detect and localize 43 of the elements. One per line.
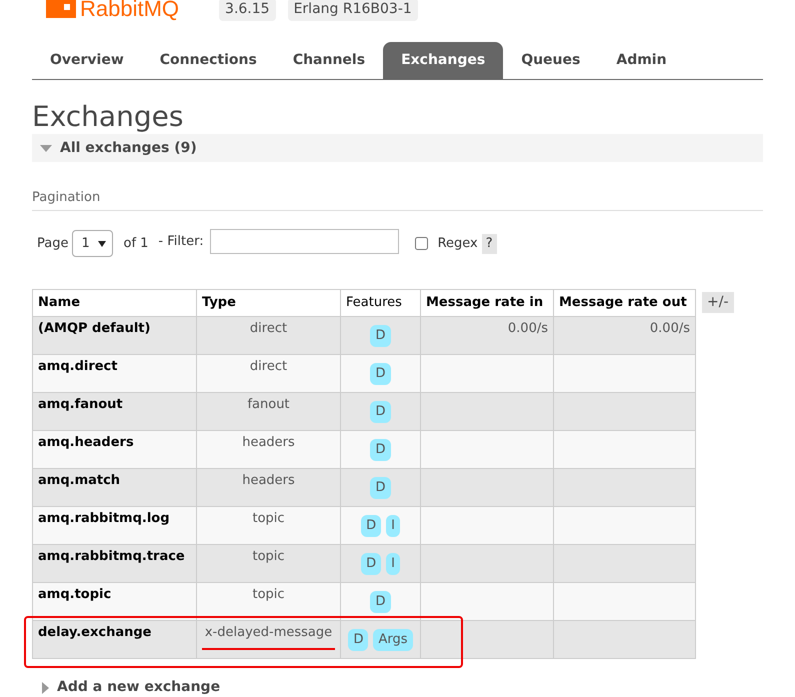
- section-header[interactable]: All exchanges (9): [32, 134, 763, 162]
- feature-badge: D: [370, 476, 390, 498]
- section-title: All exchanges (9): [60, 138, 197, 158]
- regex-checkbox[interactable]: [414, 237, 428, 250]
- help-button[interactable]: ?: [482, 234, 497, 254]
- feature-badge: Args: [373, 628, 413, 650]
- page-count: of 1: [123, 234, 148, 253]
- nav-tab[interactable]: Channels: [274, 42, 384, 79]
- column-toggle-button[interactable]: +/-: [702, 292, 734, 313]
- feature-badge: D: [348, 628, 368, 650]
- pagination-heading: Pagination: [32, 190, 100, 205]
- feature-badge: D: [370, 362, 390, 384]
- nav-tab[interactable]: Exchanges: [383, 42, 504, 79]
- page-select[interactable]: 1: [72, 230, 114, 257]
- feature-badge: D: [370, 590, 390, 612]
- section-title[interactable]: Add a new exchange: [57, 677, 220, 697]
- nav-tab[interactable]: Connections: [142, 42, 275, 79]
- column-header: Message rate out: [554, 290, 696, 316]
- feature-badge: D: [370, 400, 390, 422]
- feature-badge: D: [370, 324, 390, 346]
- feature-badge: I: [386, 514, 400, 536]
- filter-field[interactable]: [210, 229, 399, 254]
- feature-badge: I: [386, 552, 400, 574]
- dropdown-caret-icon: [98, 240, 106, 246]
- version-label: 3.6.15: [219, 0, 276, 20]
- regex-label: Regex: [438, 234, 478, 253]
- nav-tab[interactable]: Queues: [503, 42, 598, 79]
- feature-badge: D: [361, 514, 382, 536]
- column-header: Type: [196, 290, 340, 316]
- nav-tab[interactable]: Admin: [598, 42, 685, 79]
- nav-tab[interactable]: Overview: [32, 42, 142, 79]
- page-label: Page: [37, 234, 68, 253]
- column-header: Name: [32, 290, 196, 316]
- feature-badge: D: [370, 438, 390, 460]
- filter-label: - Filter:: [158, 232, 204, 251]
- column-header: Message rate in: [420, 290, 554, 316]
- erlang-version-label: Erlang R16B03-1: [288, 0, 418, 20]
- exchange-name[interactable]: delay.exchange: [32, 620, 196, 658]
- logo-text: RabbitMQ: [80, 0, 180, 20]
- exchange-type: x-delayed-message: [196, 620, 340, 658]
- feature-badge: D: [361, 552, 382, 574]
- page-title: Exchanges: [32, 102, 184, 132]
- caret-icon: [40, 144, 52, 152]
